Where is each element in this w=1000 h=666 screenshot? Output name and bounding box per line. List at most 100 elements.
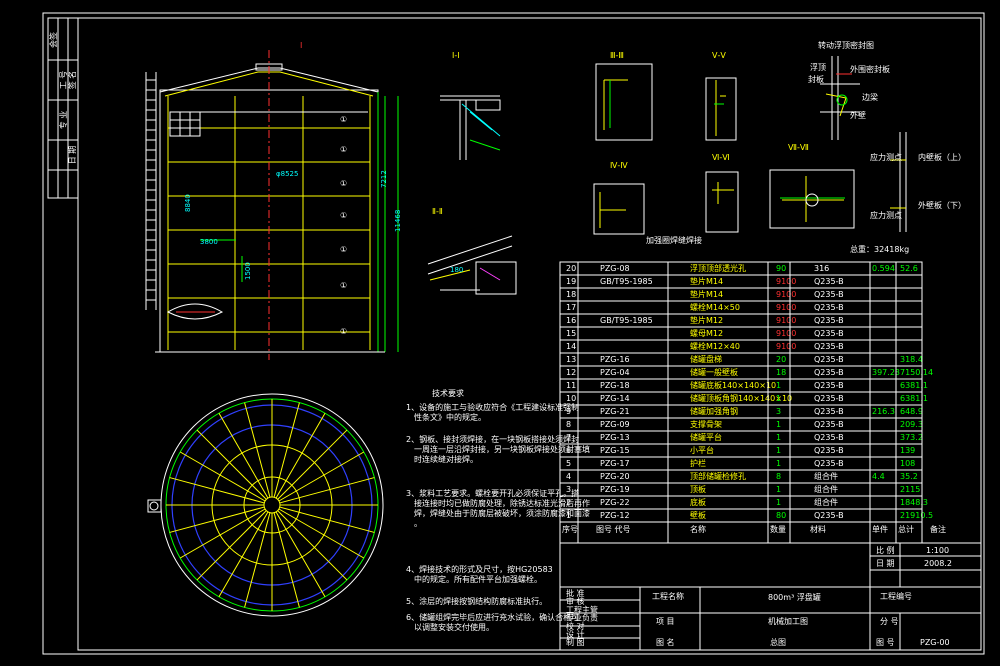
seal-label-e: 外壁 xyxy=(850,110,866,120)
bom-cell-total-weight: 1848.3 xyxy=(900,498,928,507)
bom-cell-no: 14 xyxy=(566,342,576,351)
svg-text:①: ① xyxy=(340,327,347,336)
bom-header-cell: 总计 xyxy=(898,524,914,534)
bom-row: 9 PZG-21 储罐加强角钢 3 Q235-B 216.3 648.9 xyxy=(560,406,923,419)
bom-cell-qty: 1 xyxy=(776,498,781,507)
strip-label-0: 会签 xyxy=(48,32,58,48)
seal-label-f: 内壁板（上） xyxy=(918,152,966,162)
bom-cell-total-weight: 2115 xyxy=(900,485,920,494)
seal-label-i: 应力测点 xyxy=(870,210,902,220)
cad-drawing: 会签 工 号 专 业 签 名 日 期 φ8525 7212 11468 8840… xyxy=(42,12,985,655)
bom-cell-name: 储罐底板140×140×10 xyxy=(690,380,776,390)
bom-row: 8 PZG-09 支撑骨架 1 Q235-B 209.3 xyxy=(560,419,923,432)
bom-cell-no: 1 xyxy=(566,511,571,520)
bom-cell-name: 护栏 xyxy=(690,458,706,468)
bom-cell-no: 7 xyxy=(566,433,571,442)
bom-cell-material: Q235-B xyxy=(814,329,844,338)
radial-beam xyxy=(277,510,348,581)
bom-cell-name: 螺栓M14×50 xyxy=(690,302,740,312)
bom-cell-no: 2 xyxy=(566,498,571,507)
section-details: I-I Ⅱ-Ⅱ 180 Ⅲ-Ⅲ Ⅳ-Ⅳ Ⅴ-Ⅴ Ⅵ-Ⅵ Ⅶ-Ⅶ 转动浮顶密封图 … xyxy=(427,40,966,295)
bom-cell-name: 支撑骨架 xyxy=(690,419,722,429)
bom-cell-qty: 1 xyxy=(776,459,781,468)
bom-cell-no: 5 xyxy=(566,459,571,468)
bom-cell-material: Q235-B xyxy=(814,277,844,286)
bom-row: 17 螺栓M14×50 9100 Q235-B xyxy=(560,302,922,315)
bom-cell-code: GB/T95-1985 xyxy=(600,316,653,325)
section-label-4: Ⅳ-Ⅳ xyxy=(610,161,628,170)
bom-row: 7 PZG-13 储罐平台 1 Q235-B 373.2 xyxy=(560,432,923,445)
bom-cell-code: PZG-22 xyxy=(600,498,630,507)
bom-row: 4 PZG-20 顶部储罐检修孔 8 组合件 4.4 35.2 xyxy=(560,471,922,484)
bom-row: 10 PZG-14 储罐顶板角钢140×140×101 Q235-B 6381.1 xyxy=(560,393,928,406)
bom-cell-total-weight: 209.3 xyxy=(900,420,923,429)
bom-cell-name: 储罐盘梯 xyxy=(690,354,722,364)
bom-cell-no: 13 xyxy=(566,355,576,364)
seal-label-k: 加强圈焊缝焊接 xyxy=(646,235,702,245)
radial-beam xyxy=(196,429,267,500)
bom-cell-no: 15 xyxy=(566,329,576,338)
bom-row: 11 PZG-18 储罐底板140×140×10 1 Q235-B 6381.1 xyxy=(560,380,928,393)
bom-cell-unit-weight: 4.4 xyxy=(872,472,885,481)
bom-cell-name: 垫片M14 xyxy=(690,276,723,286)
bom-header-cell: 序号 xyxy=(562,524,578,534)
bom-header-cell: 名称 xyxy=(690,524,706,534)
bom-cell-qty: 1 xyxy=(776,433,781,442)
bom-cell-code: PZG-20 xyxy=(600,472,630,481)
bom-cell-code: PZG-09 xyxy=(600,420,630,429)
bom-cell-code: PZG-18 xyxy=(600,381,630,390)
bom-cell-name: 储罐一般壁板 xyxy=(690,367,738,377)
bom-cell-total-weight: 35.2 xyxy=(900,472,918,481)
drawing-value: 总图 xyxy=(770,637,786,647)
bom-cell-qty: 18 xyxy=(776,368,786,377)
section-label-2: Ⅱ-Ⅱ xyxy=(432,207,443,216)
fig-label: 图 号 xyxy=(876,638,895,647)
bom-cell-no: 16 xyxy=(566,316,576,325)
scale-label: 比 例 xyxy=(876,545,895,555)
seal-label-g: 外壁板（下） xyxy=(918,200,966,210)
total-weight: 总重：32418kg xyxy=(850,244,909,254)
bom-cell-qty: 1 xyxy=(776,485,781,494)
project-label: 工程名称 xyxy=(652,591,684,601)
note-0: 1、设备的施工与验收应符合《工程建设标准强制性条文》中的规定。 xyxy=(406,402,579,422)
bom-cell-name: 储罐平台 xyxy=(690,432,722,442)
seal-label-a: 浮顶 xyxy=(810,62,826,72)
bom-cell-material: Q235-B xyxy=(814,407,844,416)
bom-cell-qty: 9100 xyxy=(776,277,796,286)
strip-label-3: 签 名 xyxy=(67,71,77,90)
project-no-label: 工程编号 xyxy=(880,591,912,601)
bom-cell-material: Q235-B xyxy=(814,381,844,390)
bom-cell-qty: 3 xyxy=(776,407,781,416)
bom-cell-material: Q235-B xyxy=(814,446,844,455)
bom-cell-qty: 9100 xyxy=(776,329,796,338)
bom-cell-no: 9 xyxy=(566,407,571,416)
dim-3800: 3800 xyxy=(200,238,218,246)
bom-cell-name: 垫片M12 xyxy=(690,315,723,325)
seal-label-d: 边梁 xyxy=(862,92,878,102)
bom-cell-code: PZG-15 xyxy=(600,446,630,455)
bom-cell-material: Q235-B xyxy=(814,394,844,403)
bom-cell-name: 螺母M12 xyxy=(690,328,723,338)
bom-row: 1 PZG-12 壁板 80 Q235-B 21910.5 xyxy=(560,510,933,523)
bom-cell-total-weight: 108 xyxy=(900,459,915,468)
bom-cell-material: Q235-B xyxy=(814,303,844,312)
bom-cell-name: 垫片M14 xyxy=(690,289,723,299)
bom-cell-code: PZG-13 xyxy=(600,433,630,442)
svg-text:①: ① xyxy=(340,281,347,290)
bom-cell-name: 底板 xyxy=(690,497,706,507)
dim-1500: 1500 xyxy=(244,262,252,280)
bom-cell-total-weight: 7150.14 xyxy=(900,368,933,377)
fig-value: PZG-00 xyxy=(920,638,950,647)
bom-cell-material: Q235-B xyxy=(814,459,844,468)
bom-cell-total-weight: 318.4 xyxy=(900,355,923,364)
bom-cell-no: 20 xyxy=(566,264,576,273)
bom-cell-name: 浮顶顶部透光孔 xyxy=(690,263,746,273)
scale-value: 1:100 xyxy=(926,546,949,555)
bom-row: 6 PZG-15 小平台 1 Q235-B 139 xyxy=(560,445,922,458)
note-4: 5、涂层的焊接按钢结构防腐标准执行。 xyxy=(406,596,547,606)
svg-text:①: ① xyxy=(340,245,347,254)
technical-notes: 技术要求 1、设备的施工与验收应符合《工程建设标准强制性条文》中的规定。 2、钢… xyxy=(406,388,590,632)
radial-beam xyxy=(277,429,348,500)
svg-text:180: 180 xyxy=(450,266,463,274)
bom-cell-no: 19 xyxy=(566,277,576,286)
